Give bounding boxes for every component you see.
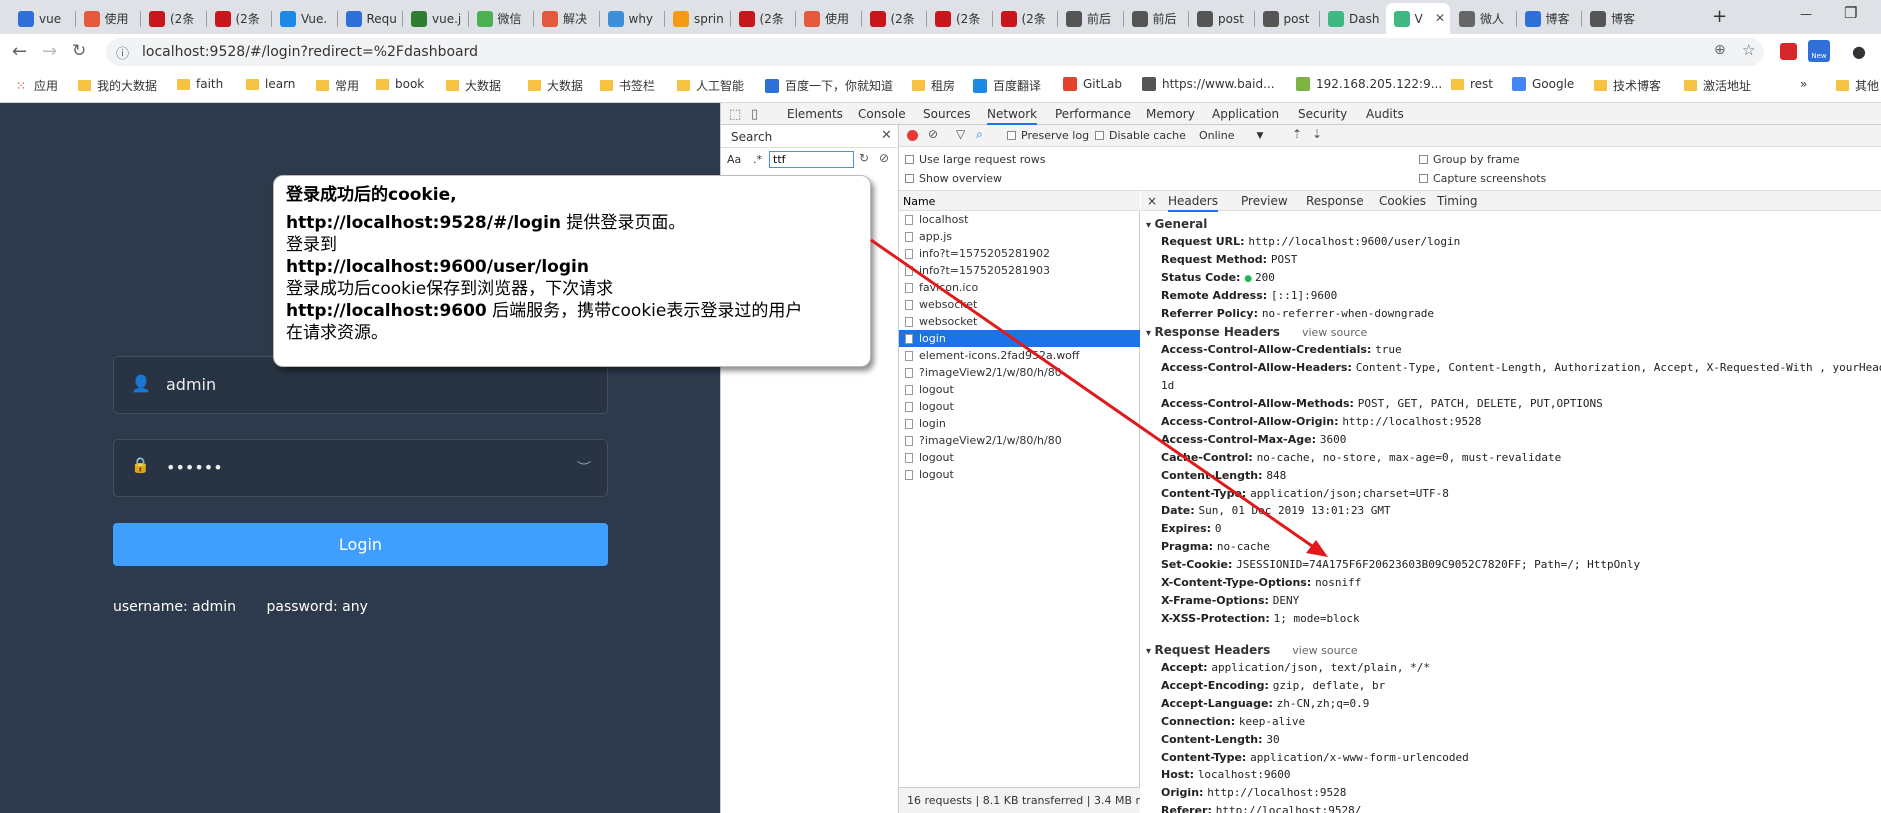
annotation-arrow [870, 238, 1328, 557]
arrow-line [870, 238, 1316, 550]
